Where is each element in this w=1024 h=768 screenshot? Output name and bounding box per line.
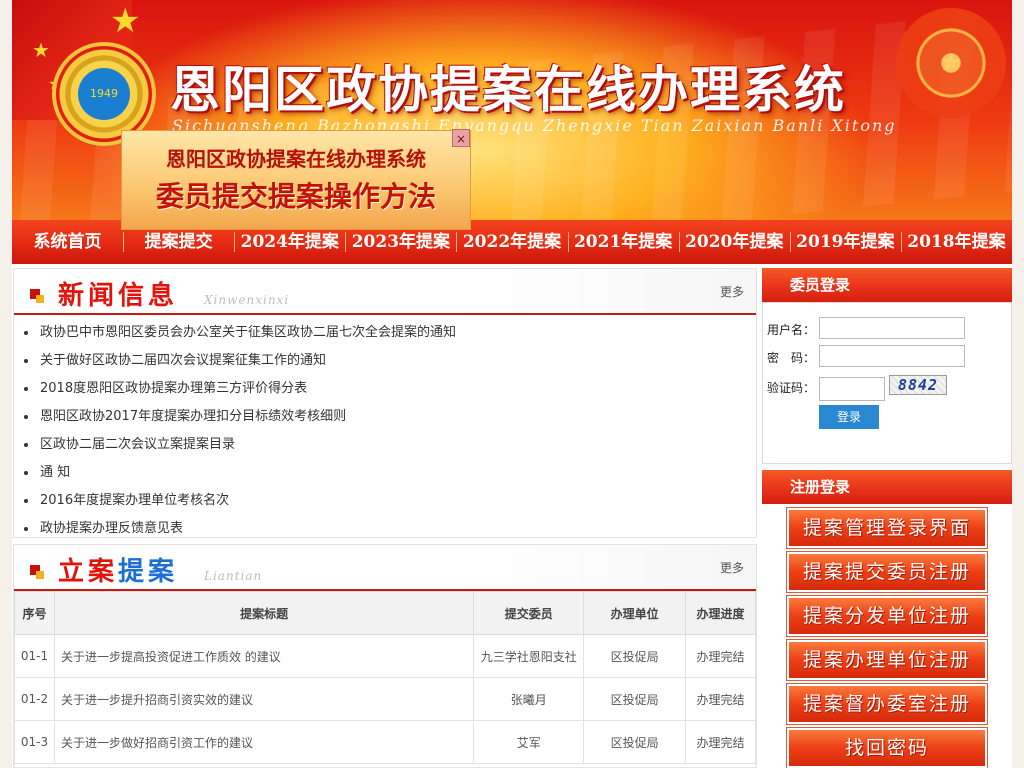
table-header-row: 序号 提案标题 提交委员 办理单位 办理进度 — [14, 591, 756, 635]
case-title[interactable]: 关于进一步提升招商引资实效的建议 — [53, 677, 475, 721]
news-item[interactable]: 政协提案办理反馈意见表 — [14, 515, 756, 543]
news-subtitle: Xinwenxinxi — [204, 293, 290, 307]
news-item[interactable]: 2016年度提案办理单位考核名次 — [14, 487, 756, 515]
captcha-input[interactable] — [819, 377, 885, 401]
case-status: 办理完结 — [685, 677, 756, 721]
cases-panel: 立案提案 Liantian 更多 序号 提案标题 提交委员 办理单位 办理进度 … — [13, 544, 757, 768]
member-register-button[interactable]: 提案提交委员注册 — [786, 551, 988, 593]
news-item[interactable]: 政协巴中市恩阳区委员会办公室关于征集区政协二届七次全会提案的通知 — [14, 319, 756, 347]
col-header: 序号 — [14, 591, 55, 635]
cases-subtitle: Liantian — [204, 569, 263, 583]
nav-2022[interactable]: 2022年提案 — [456, 220, 567, 264]
case-unit: 区投促局 — [583, 634, 687, 678]
col-header: 提案标题 — [53, 591, 475, 635]
close-icon[interactable]: × — [452, 129, 470, 147]
news-item[interactable]: 通 知 — [14, 459, 756, 487]
nav-2020[interactable]: 2020年提案 — [678, 220, 790, 264]
nav-2021[interactable]: 2021年提案 — [567, 220, 679, 264]
national-emblem-icon: ★ — [896, 8, 1006, 118]
case-number: 01-3 — [14, 720, 55, 764]
password-input[interactable] — [819, 345, 965, 367]
case-number: 01-2 — [14, 677, 55, 721]
case-title[interactable]: 关于进一步提高投资促进工作质效 的建议 — [53, 634, 475, 678]
cases-panel-header: 立案提案 Liantian 更多 — [14, 545, 756, 591]
table-row[interactable]: 01-3 关于进一步做好招商引资工作的建议 艾军 区投促局 办理完结 — [14, 720, 756, 764]
login-form: 用户名： 密 码： 验证码： 8842 登录 — [762, 302, 1012, 464]
captcha-image[interactable]: 8842 — [889, 375, 947, 395]
col-header: 办理单位 — [583, 591, 687, 635]
case-member: 艾军 — [473, 720, 585, 764]
case-number: 01-1 — [14, 634, 55, 678]
username-input[interactable] — [819, 317, 965, 339]
register-panel: 提案管理登录界面 提案提交委员注册 提案分发单位注册 提案办理单位注册 提案督办… — [762, 504, 1012, 768]
login-button[interactable]: 登录 — [819, 405, 879, 429]
table-row[interactable]: 01-2 关于进一步提升招商引资实效的建议 张曦月 区投促局 办理完结 — [14, 677, 756, 721]
news-item[interactable]: 恩阳区政协2017年度提案办理扣分目标绩效考核细则 — [14, 403, 756, 431]
cases-table: 序号 提案标题 提交委员 办理单位 办理进度 01-1 关于进一步提高投资促进工… — [14, 591, 756, 764]
news-item[interactable]: 关于做好区政协二届四次会议提案征集工作的通知 — [14, 347, 756, 375]
col-header: 办理进度 — [685, 591, 756, 635]
recover-password-button[interactable]: 找回密码 — [786, 727, 988, 768]
news-item[interactable]: 区政协二届二次会议立案提案目录 — [14, 431, 756, 459]
handling-unit-register-button[interactable]: 提案办理单位注册 — [786, 639, 988, 681]
case-unit: 区投促局 — [583, 720, 687, 764]
supervision-register-button[interactable]: 提案督办委室注册 — [786, 683, 988, 725]
page: ★ ★ ★ 1949 ★ 恩阳区政协提案在线办理系统 Sichuansheng … — [12, 0, 1012, 768]
dispatch-unit-register-button[interactable]: 提案分发单位注册 — [786, 595, 988, 637]
register-header: 注册登录 — [762, 470, 1012, 504]
cases-title: 立案提案 — [58, 557, 179, 587]
case-member: 九三学社恩阳支社 — [473, 634, 585, 678]
admin-login-button[interactable]: 提案管理登录界面 — [786, 507, 988, 549]
site-title: 恩阳区政协提案在线办理系统 — [170, 60, 846, 119]
news-panel: 新闻信息 Xinwenxinxi 更多 政协巴中市恩阳区委员会办公室关于征集区政… — [13, 268, 757, 538]
nav-2018[interactable]: 2018年提案 — [900, 220, 1012, 264]
star-icon: ★ — [110, 1, 141, 41]
nav-2019[interactable]: 2019年提案 — [789, 220, 901, 264]
case-title[interactable]: 关于进一步做好招商引资工作的建议 — [53, 720, 475, 764]
news-panel-header: 新闻信息 Xinwenxinxi 更多 — [14, 269, 756, 315]
nav-home[interactable]: 系统首页 — [12, 220, 123, 264]
news-title: 新闻信息 — [58, 281, 179, 311]
captcha-label: 验证码： — [767, 381, 816, 395]
star-icon: ★ — [32, 38, 50, 62]
case-unit: 区投促局 — [583, 677, 687, 721]
news-list: 政协巴中市恩阳区委员会办公室关于征集区政协二届七次全会提案的通知 关于做好区政协… — [14, 315, 756, 543]
login-header: 委员登录 — [762, 268, 1012, 302]
username-label: 用户名： — [767, 323, 816, 337]
cases-more-link[interactable]: 更多 — [720, 559, 744, 576]
case-member: 张曦月 — [473, 677, 585, 721]
news-item[interactable]: 2018度恩阳区政协提案办理第三方评价得分表 — [14, 375, 756, 403]
promo-float-banner[interactable]: 恩阳区政协提案在线办理系统 委员提交提案操作方法 — [121, 130, 471, 230]
news-more-link[interactable]: 更多 — [720, 283, 744, 300]
col-header: 提交委员 — [473, 591, 585, 635]
case-status: 办理完结 — [685, 720, 756, 764]
password-label: 密 码： — [767, 351, 816, 365]
case-status: 办理完结 — [685, 634, 756, 678]
table-row[interactable]: 01-1 关于进一步提高投资促进工作质效 的建议 九三学社恩阳支社 区投促局 办… — [14, 634, 756, 678]
